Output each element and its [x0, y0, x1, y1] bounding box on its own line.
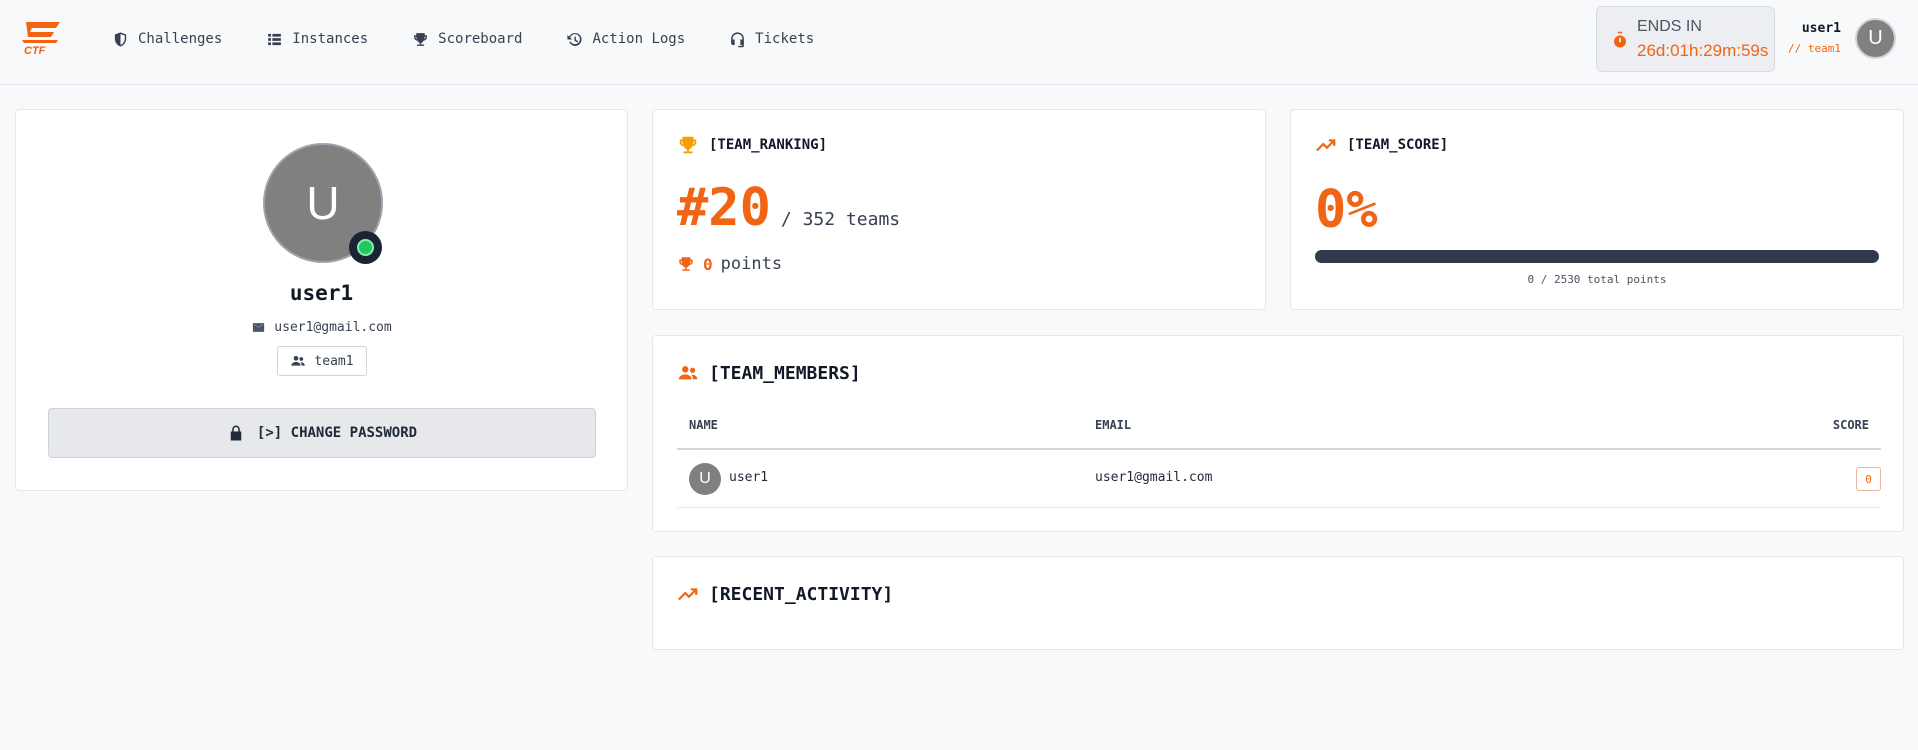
nav-tickets-label: Tickets	[755, 31, 815, 47]
timer-value: 26d:01h:29m:59s	[1637, 41, 1769, 60]
change-password-button[interactable]: [>] CHANGE PASSWORD	[48, 408, 596, 458]
list-icon	[268, 33, 282, 45]
nav-tickets[interactable]: Tickets	[729, 28, 814, 50]
mail-icon	[253, 323, 265, 332]
nav-challenges-label: Challenges	[138, 31, 223, 47]
main-nav: Challenges Instances Scoreboard Action L…	[112, 28, 858, 50]
svg-text:CTF: CTF	[24, 45, 46, 56]
nav-scoreboard[interactable]: Scoreboard	[412, 28, 522, 50]
group-icon	[291, 356, 306, 366]
team-ranking-title: [TEAM_RANKING]	[709, 137, 828, 153]
trophy-icon	[679, 257, 693, 271]
table-row[interactable]: U user1 user1@gmail.com 0	[677, 450, 1881, 508]
profile-email: user1@gmail.com	[274, 320, 392, 335]
column-name: NAME	[689, 418, 718, 432]
profile-card: U user1 user1@gmail.com team1 [>] CHANGE…	[15, 109, 628, 491]
header-username: user1	[1801, 21, 1841, 36]
header-avatar[interactable]: U	[1855, 18, 1896, 59]
nav-action-logs-label: Action Logs	[592, 31, 686, 47]
rank-total-teams: / 352 teams	[780, 209, 901, 230]
team-ranking-card: [TEAM_RANKING] #20 / 352 teams 0 points	[652, 109, 1266, 310]
stopwatch-icon	[1614, 31, 1626, 48]
member-email: user1@gmail.com	[1095, 470, 1213, 485]
headset-icon	[731, 31, 745, 47]
team-members-title: [TEAM_MEMBERS]	[709, 362, 861, 384]
online-status-indicator	[349, 231, 382, 264]
profile-team-name: team1	[314, 353, 354, 369]
nav-challenges[interactable]: Challenges	[112, 28, 222, 50]
member-score-badge: 0	[1856, 467, 1881, 491]
history-icon	[567, 32, 583, 46]
trending-up-icon	[1316, 139, 1336, 152]
group-icon	[678, 366, 698, 380]
trophy-icon	[679, 136, 697, 154]
column-email: EMAIL	[1095, 418, 1132, 432]
profile-team-chip[interactable]: team1	[277, 346, 367, 376]
change-password-label: [>] CHANGE PASSWORD	[256, 425, 418, 441]
trending-up-icon	[678, 588, 698, 601]
team-points-label: points	[720, 254, 783, 274]
recent-activity-header: [RECENT_ACTIVITY]	[677, 583, 893, 605]
nav-action-logs[interactable]: Action Logs	[566, 28, 685, 50]
member-avatar: U	[689, 463, 721, 495]
profile-email-row: user1@gmail.com	[16, 320, 627, 335]
team-ranking-header: [TEAM_RANKING]	[677, 134, 827, 156]
user-menu[interactable]: user1 // team1	[1788, 21, 1841, 55]
recent-activity-title: [RECENT_ACTIVITY]	[709, 583, 894, 605]
team-score-card: [TEAM_SCORE] 0% 0 / 2530 total points	[1290, 109, 1904, 310]
shield-icon	[114, 31, 127, 47]
countdown-timer: ENDS IN 26d:01h:29m:59s	[1596, 6, 1775, 72]
members-table-header: NAME EMAIL SCORE	[677, 418, 1881, 450]
team-score-percent: 0%	[1315, 180, 1378, 240]
rank-number: #20	[677, 178, 771, 238]
team-score-progress	[1315, 250, 1879, 263]
top-header: CTF Challenges Instances Scoreboard Acti…	[0, 0, 1918, 85]
trophy-icon	[414, 32, 428, 46]
nav-instances[interactable]: Instances	[266, 28, 368, 50]
member-name: user1	[729, 470, 769, 485]
ctf-logo[interactable]: CTF	[20, 20, 64, 56]
header-team: // team1	[1788, 42, 1841, 55]
team-score-title: [TEAM_SCORE]	[1347, 137, 1449, 153]
nav-instances-label: Instances	[292, 31, 369, 47]
recent-activity-card: [RECENT_ACTIVITY]	[652, 556, 1904, 650]
profile-name: user1	[289, 281, 354, 305]
team-score-total: 0 / 2530 total points	[1527, 273, 1667, 286]
team-points-row: 0 points	[677, 254, 782, 274]
team-members-card: [TEAM_MEMBERS] NAME EMAIL SCORE U user1 …	[652, 335, 1904, 532]
team-points-value: 0	[703, 254, 713, 274]
column-score: SCORE	[1832, 418, 1869, 432]
timer-label: ENDS IN	[1637, 18, 1702, 35]
lock-icon	[230, 425, 242, 441]
nav-scoreboard-label: Scoreboard	[438, 31, 523, 47]
team-members-header: [TEAM_MEMBERS]	[677, 362, 861, 384]
rank-display: #20 / 352 teams	[677, 178, 900, 238]
team-score-header: [TEAM_SCORE]	[1315, 134, 1448, 156]
